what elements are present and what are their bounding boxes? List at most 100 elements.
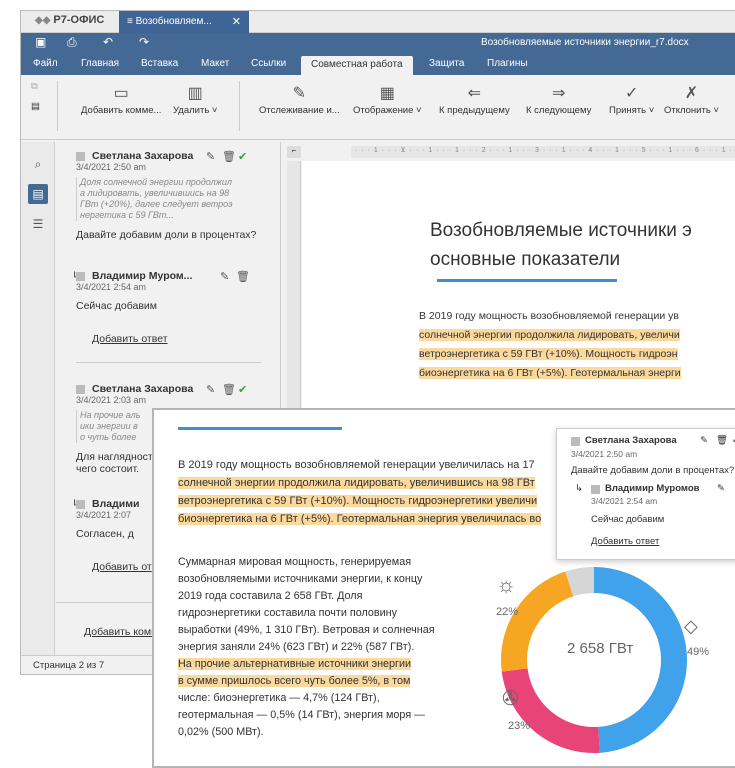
resolve-icon[interactable]: ✔ bbox=[238, 383, 247, 396]
popup-date: 3/4/2021 2:50 am bbox=[571, 449, 638, 459]
paragraph-line: ветроэнергетика с 59 ГВт (+10%). Мощност… bbox=[178, 495, 538, 507]
paragraph-line: В 2019 году мощность возобновляемой гене… bbox=[178, 459, 535, 471]
reject-icon: ✗ bbox=[684, 85, 699, 102]
document-title: Возобновляемые источники энергии_r7.docx bbox=[481, 37, 689, 48]
left-sidebar: ⌕ ▤ ☰ bbox=[21, 142, 55, 655]
edit-icon[interactable]: ✎ bbox=[717, 483, 725, 494]
menu-icon: ≡ bbox=[127, 16, 136, 27]
trash-icon[interactable]: 🗑 bbox=[222, 383, 236, 396]
comment-card: Светлана Захарова 3/4/2021 2:50 am ✎ 🗑 ✔… bbox=[76, 150, 276, 241]
title-bar: ◆◆ Р7-ОФИС ≡ Возобновляем... ✕ bbox=[21, 11, 735, 33]
heading-underline bbox=[178, 427, 342, 430]
next-change-button[interactable]: ⇒ К следующему bbox=[526, 83, 591, 116]
avatar bbox=[571, 437, 580, 446]
divider bbox=[239, 81, 240, 131]
close-tab-icon[interactable]: ✕ bbox=[232, 15, 241, 28]
comment-icon: ▭ bbox=[113, 85, 129, 102]
add-comment-button[interactable]: ▭ Добавить комме... bbox=[81, 83, 161, 116]
popup-reply-text: Сейчас добавим bbox=[591, 514, 665, 525]
popup-reply-author: Владимир Муромов bbox=[605, 483, 700, 494]
paste-icon[interactable]: ▤ bbox=[31, 101, 40, 112]
track-changes-button[interactable]: ✎ Отслеживание и... bbox=[259, 83, 340, 116]
trash-icon[interactable]: 🗑 bbox=[236, 270, 250, 283]
menu-home[interactable]: Главная bbox=[81, 58, 119, 69]
chart-label-wind: 23% bbox=[508, 720, 531, 732]
water-drop-icon: ◇ bbox=[684, 616, 698, 636]
divider bbox=[76, 362, 261, 363]
navigation-icon[interactable]: ☰ bbox=[28, 214, 48, 234]
trash-icon[interactable]: 🗑 bbox=[716, 435, 728, 446]
energy-donut-chart bbox=[501, 567, 687, 753]
document-tab[interactable]: ≡ Возобновляем... ✕ bbox=[119, 11, 249, 33]
zoomed-document-view: В 2019 году мощность возобновляемой гене… bbox=[152, 408, 735, 768]
paragraph-line: солнечной энергии продолжила лидировать,… bbox=[419, 329, 680, 341]
comment-popup: Светлана Захарова 3/4/2021 2:50 am ✎ 🗑 ✔… bbox=[556, 428, 735, 560]
edit-icon[interactable]: ✎ bbox=[206, 150, 215, 163]
summary-paragraph: Суммарная мировая мощность, генерируемая… bbox=[178, 556, 435, 738]
add-reply-link[interactable]: Добавить от bbox=[92, 561, 152, 573]
menu-insert[interactable]: Вставка bbox=[141, 58, 178, 69]
logo-icon: ◆◆ bbox=[35, 15, 51, 26]
heading-underline bbox=[437, 279, 617, 282]
ruler-corner[interactable]: ⌐ bbox=[287, 146, 301, 158]
horizontal-ruler[interactable]: · · · 1 · · · ⊻ · · · 1 · · · 1 · · · 2 … bbox=[351, 146, 735, 158]
redo-icon[interactable]: ↷ bbox=[139, 35, 149, 49]
donut-slice-3 bbox=[565, 567, 595, 597]
paragraph-line: ветроэнергетика с 59 ГВт (+10%). Мощност… bbox=[419, 348, 678, 360]
trash-icon[interactable]: 🗑 bbox=[222, 150, 236, 163]
chart-label-hydro: 49% bbox=[687, 646, 710, 658]
comment-quote: Доля солнечной энергии продолжил а лидир… bbox=[76, 177, 276, 221]
avatar bbox=[591, 485, 600, 494]
page-counter: Страница 2 из 7 bbox=[33, 660, 105, 671]
add-comment-link[interactable]: Добавить комм bbox=[84, 626, 158, 638]
previous-icon: ⇐ bbox=[467, 85, 482, 102]
wind-turbine-icon: ✇ bbox=[502, 688, 519, 710]
save-icon[interactable]: ▣ bbox=[35, 35, 46, 49]
display-mode-button[interactable]: ▦ Отображение ˅ bbox=[353, 83, 422, 116]
menu-file[interactable]: Файл bbox=[33, 58, 58, 69]
donut-slice-0 bbox=[593, 567, 687, 753]
print-icon[interactable]: ⎙ bbox=[67, 35, 77, 50]
previous-change-button[interactable]: ⇐ К предыдущему bbox=[439, 83, 510, 116]
copy-icon[interactable]: ⧉ bbox=[31, 81, 38, 92]
comment-text: Давайте добавим доли в процентах? bbox=[76, 229, 257, 241]
menu-protection[interactable]: Защита bbox=[429, 58, 464, 69]
popup-text: Давайте добавим доли в процентах? bbox=[571, 465, 735, 476]
next-icon: ⇒ bbox=[551, 85, 566, 102]
resolve-icon[interactable]: ✔ bbox=[238, 150, 247, 163]
edit-icon[interactable]: ✎ bbox=[206, 383, 215, 396]
comment-date: 3/4/2021 2:03 am bbox=[76, 395, 147, 405]
comment-date: 3/4/2021 2:50 am bbox=[76, 162, 147, 172]
quick-access-bar: ▣ ⎙ ↶ ↷ Возобновляемые источники энергии… bbox=[21, 33, 735, 53]
comments-icon[interactable]: ▤ bbox=[28, 184, 48, 204]
paragraph-line: солнечной энергии продолжила лидировать,… bbox=[178, 477, 535, 489]
trash-icon: ▥ bbox=[187, 85, 203, 102]
display-icon: ▦ bbox=[379, 85, 395, 102]
ribbon-toolbar: ⧉ ▤ ▭ Добавить комме... ▥ Удалить ˅ ✎ Отсле… bbox=[21, 75, 735, 140]
reply-arrow-icon: ↳ bbox=[575, 483, 583, 494]
chart-label-solar: 22% bbox=[496, 606, 519, 618]
edit-icon[interactable]: ✎ bbox=[700, 435, 708, 446]
menu-plugins[interactable]: Плагины bbox=[487, 58, 528, 69]
sun-icon: ☼ bbox=[496, 572, 517, 597]
undo-icon[interactable]: ↶ bbox=[103, 35, 113, 49]
divider bbox=[57, 81, 58, 131]
edit-icon[interactable]: ✎ bbox=[220, 270, 229, 283]
popup-author: Светлана Захарова bbox=[585, 435, 677, 446]
app-logo: ◆◆ Р7-ОФИС bbox=[35, 14, 105, 26]
search-icon[interactable]: ⌕ bbox=[28, 154, 48, 174]
paragraph-line: биоэнергетика на 6 ГВт (+5%). Геотермаль… bbox=[178, 513, 542, 525]
add-reply-link[interactable]: Добавить ответ bbox=[92, 333, 168, 345]
paragraph-line: В 2019 году мощность возобновляемой гене… bbox=[419, 310, 679, 322]
menu-layout[interactable]: Макет bbox=[201, 58, 229, 69]
popup-reply-date: 3/4/2021 2:54 am bbox=[591, 496, 658, 506]
menu-collaboration[interactable]: Совместная работа bbox=[301, 56, 413, 75]
donut-slice-2 bbox=[501, 571, 574, 672]
accept-icon: ✓ bbox=[624, 85, 639, 102]
delete-button[interactable]: ▥ Удалить ˅ bbox=[173, 83, 217, 116]
reject-button[interactable]: ✗ Отклонить ˅ bbox=[664, 83, 719, 116]
accept-button[interactable]: ✓ Принять ˅ bbox=[609, 83, 654, 116]
menu-references[interactable]: Ссылки bbox=[251, 58, 286, 69]
document-heading: Возобновляемые источники э основные показ… bbox=[430, 220, 692, 270]
popup-add-reply-link[interactable]: Добавить ответ bbox=[591, 536, 659, 547]
